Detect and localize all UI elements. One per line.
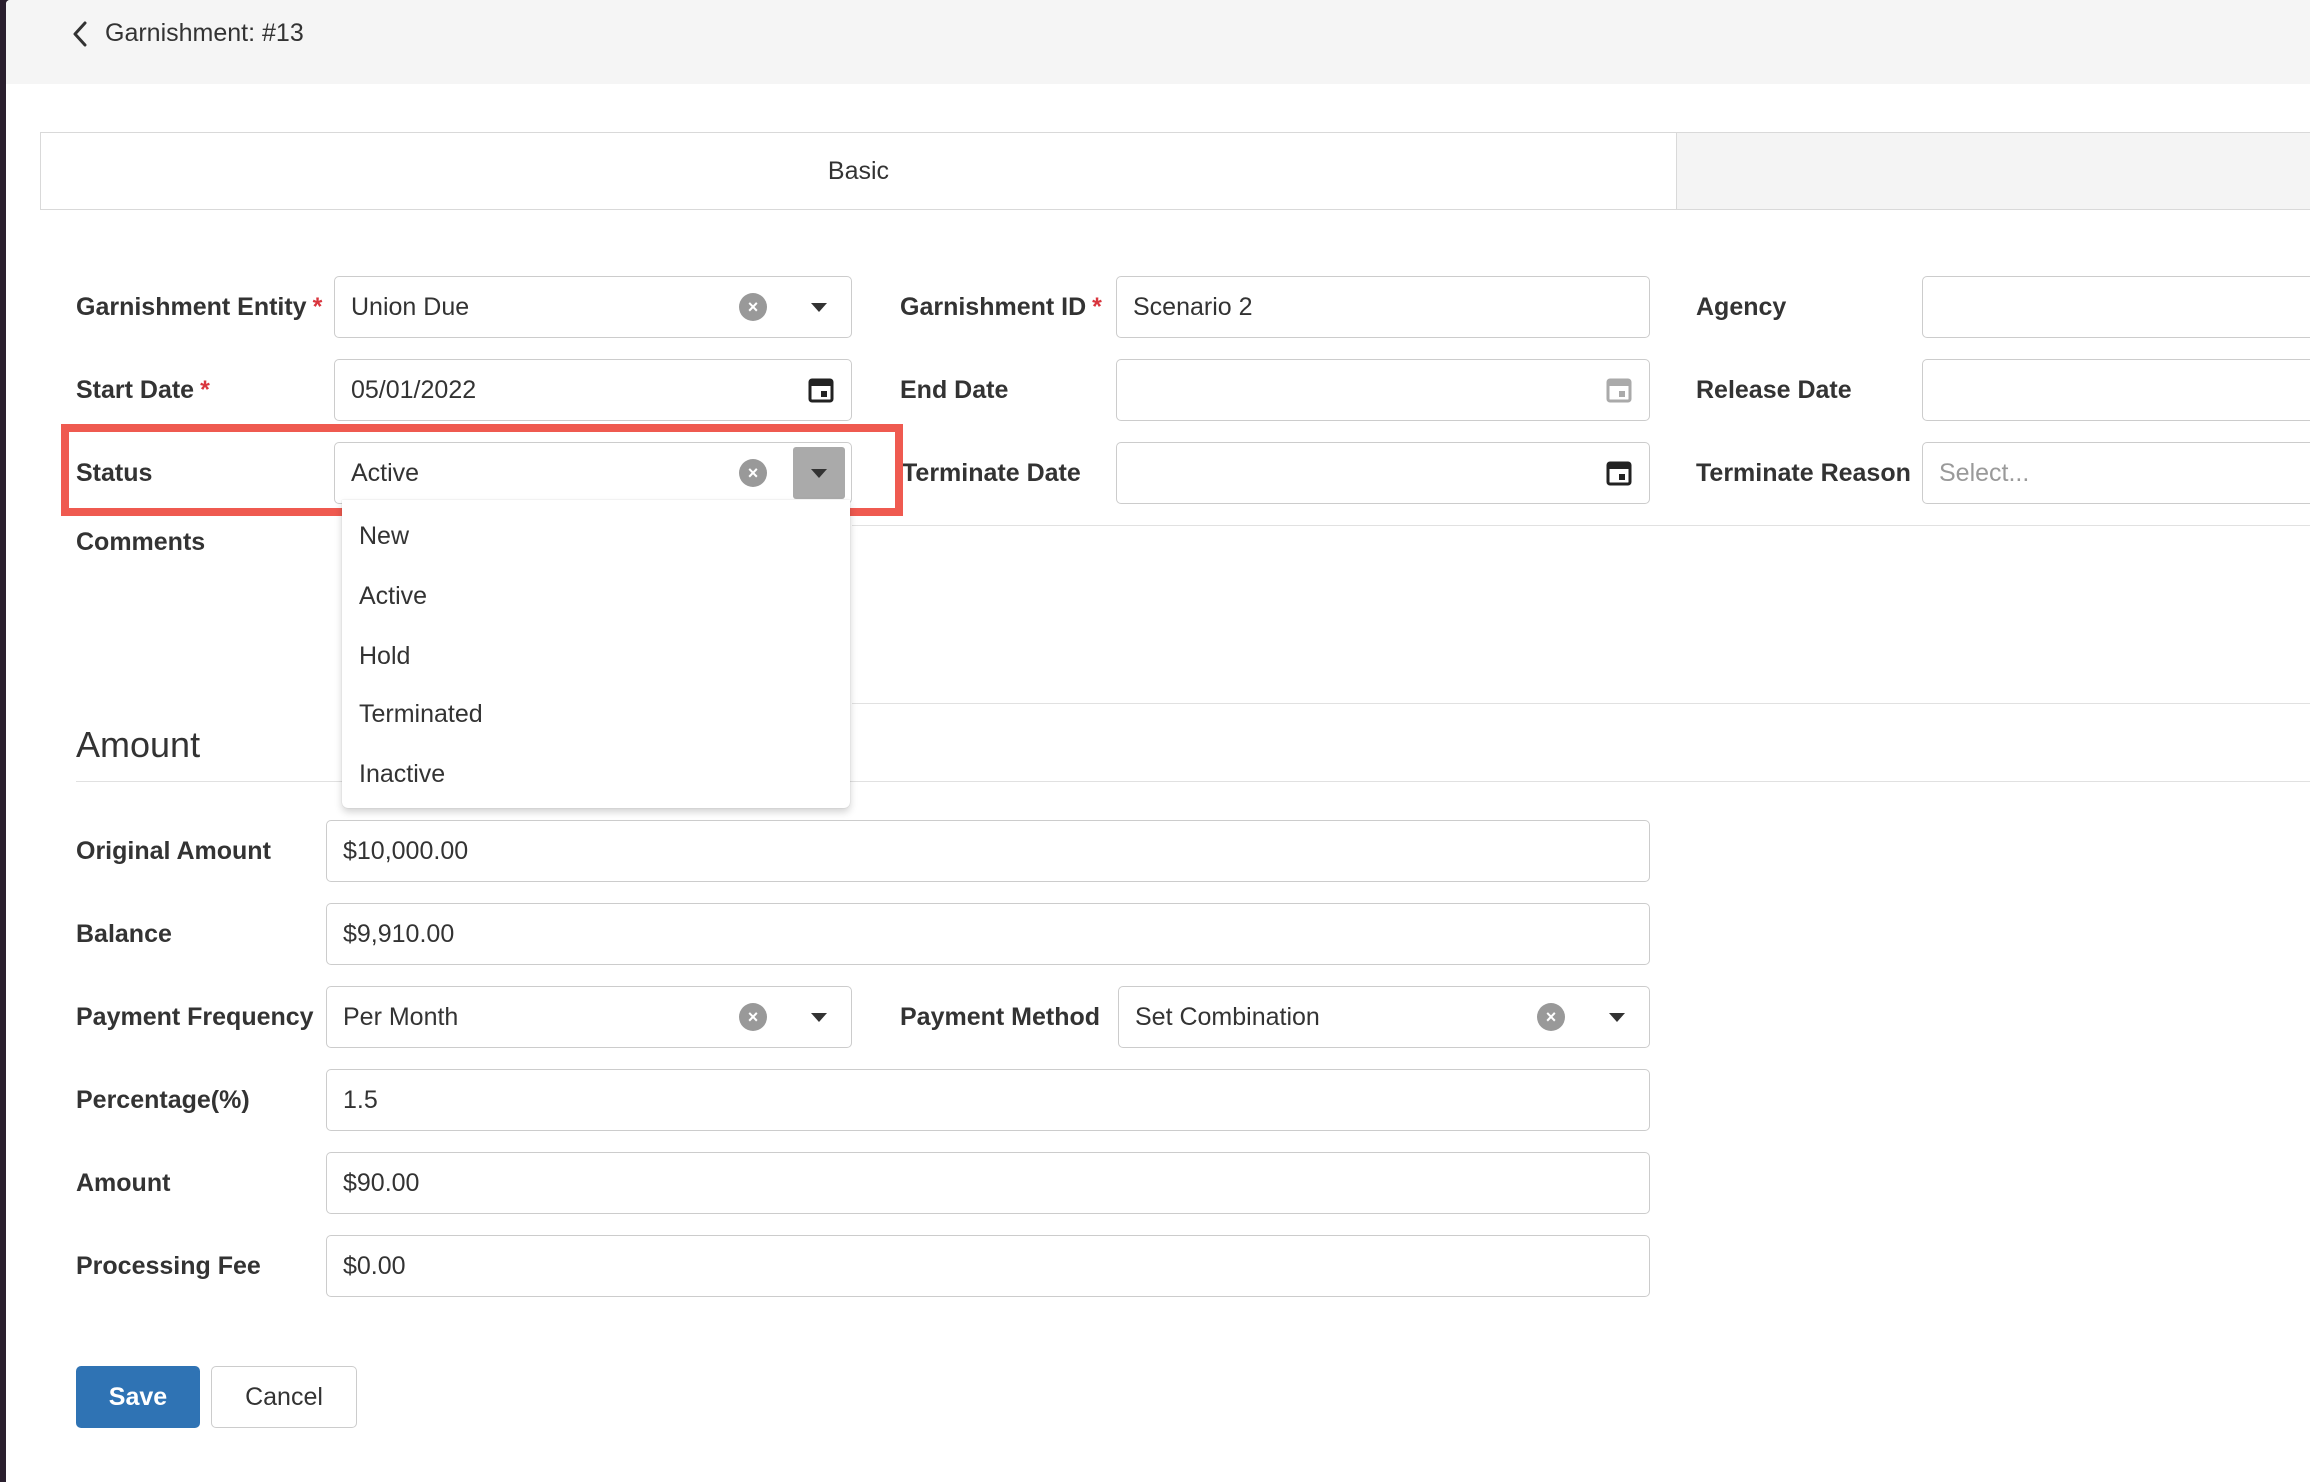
release-date-input[interactable] [1922,359,2310,421]
chevron-left-icon [73,21,87,47]
chevron-down-icon[interactable] [793,991,845,1043]
amount-section-title: Amount [76,724,201,765]
save-button[interactable]: Save [76,1366,200,1428]
garnishment-entity-label: Garnishment Entity * [76,293,323,321]
chevron-down-icon[interactable] [1591,991,1643,1043]
page-title: Garnishment: #13 [105,19,304,47]
calendar-icon[interactable] [807,376,835,404]
terminate-date-label: Terminate Date [902,459,1081,487]
comments-bottom-divider [852,703,2310,704]
cancel-button[interactable]: Cancel [211,1366,357,1428]
clear-icon[interactable]: × [1537,1003,1565,1031]
agency-label: Agency [1696,293,1787,321]
status-option-terminated[interactable]: Terminated [359,700,483,729]
garnishment-id-label: Garnishment ID * [900,293,1102,321]
comments-top-divider [852,525,2310,526]
original-amount-input[interactable]: $10,000.00 [326,820,1650,882]
balance-label: Balance [76,920,172,948]
processing-fee-input[interactable]: $0.00 [326,1235,1650,1297]
comments-label: Comments [76,528,206,556]
back-button[interactable] [60,14,100,54]
garnishment-entity-select[interactable]: Union Due × [334,276,852,338]
status-option-active[interactable]: Active [359,582,427,611]
agency-input[interactable] [1922,276,2310,338]
payment-method-select[interactable]: Set Combination × [1118,986,1650,1048]
end-date-input[interactable] [1116,359,1650,421]
clear-icon[interactable]: × [739,1003,767,1031]
clear-icon[interactable]: × [739,293,767,321]
required-mark: * [200,376,210,404]
chevron-down-icon[interactable] [793,281,845,333]
start-date-label: Start Date * [76,376,210,404]
start-date-input[interactable]: 05/01/2022 [334,359,852,421]
payment-method-label: Payment Method [900,1003,1101,1031]
tab-bar: Basic [40,132,2310,210]
garnishment-id-input[interactable]: Scenario 2 [1116,276,1650,338]
status-option-inactive[interactable]: Inactive [359,760,445,789]
amount-label: Amount [76,1169,171,1197]
tab-basic[interactable]: Basic [41,133,1677,209]
app-window: Garnishment: #13 Basic Garnishment Entit… [6,0,2310,1482]
percentage-input[interactable]: 1.5 [326,1069,1650,1131]
percentage-label: Percentage(%) [76,1086,250,1114]
end-date-label: End Date [900,376,1009,404]
terminate-reason-label: Terminate Reason [1696,459,1911,487]
processing-fee-label: Processing Fee [76,1252,261,1280]
terminate-reason-select[interactable]: Select... [1922,442,2310,504]
amount-input[interactable]: $90.00 [326,1152,1650,1214]
calendar-icon[interactable] [1605,459,1633,487]
terminate-date-input[interactable] [1116,442,1650,504]
payment-frequency-select[interactable]: Per Month × [326,986,852,1048]
original-amount-label: Original Amount [76,837,271,865]
release-date-label: Release Date [1696,376,1852,404]
status-option-hold[interactable]: Hold [359,642,410,671]
status-dropdown-menu: New Active Hold Terminated Inactive [342,500,850,808]
payment-frequency-label: Payment Frequency [76,1003,314,1031]
status-option-new[interactable]: New [359,522,409,551]
required-mark: * [1092,293,1102,321]
required-mark: * [312,293,323,321]
balance-input[interactable]: $9,910.00 [326,903,1650,965]
calendar-icon[interactable] [1605,376,1633,404]
tab-secondary[interactable] [1677,133,2310,209]
top-bar: Garnishment: #13 [6,0,2310,84]
